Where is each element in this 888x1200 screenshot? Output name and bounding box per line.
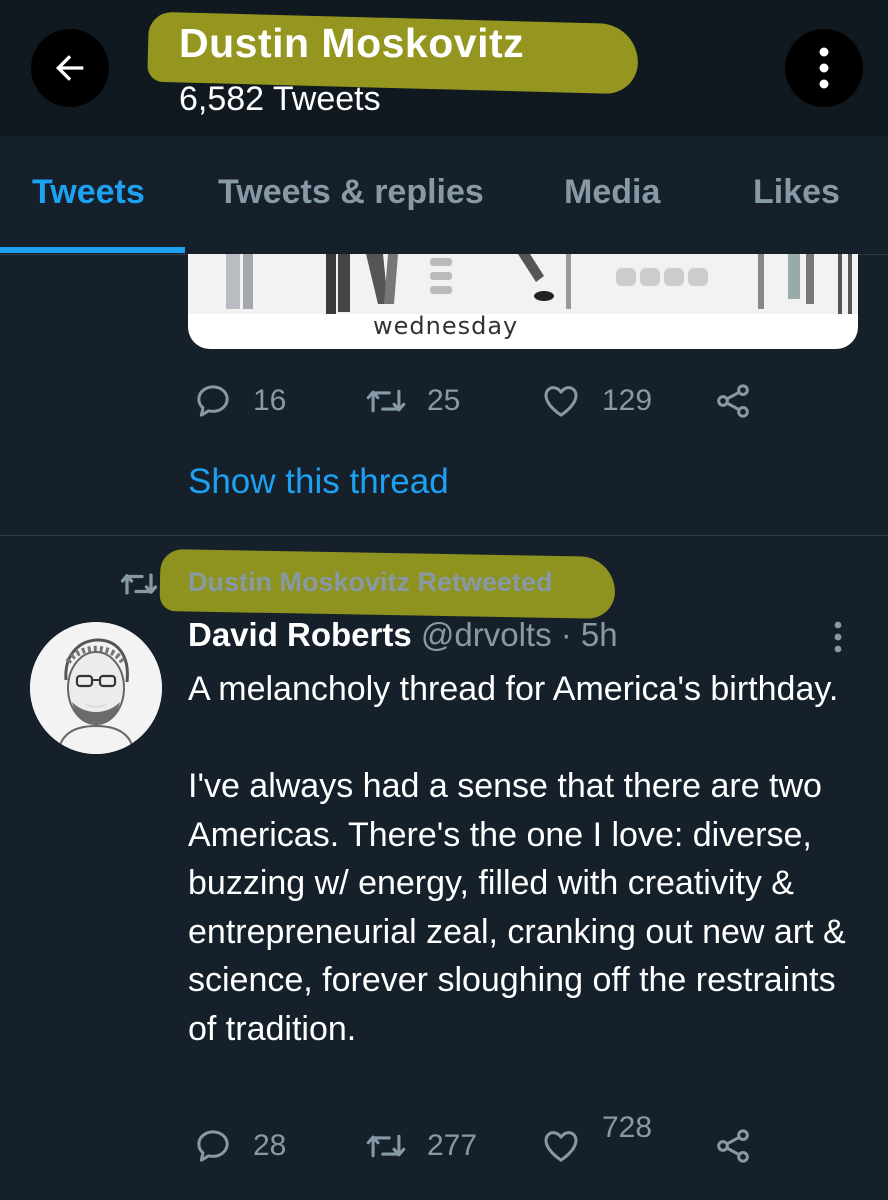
author-portrait-image — [30, 622, 162, 754]
retweet-count: 277 — [427, 1129, 478, 1162]
tab-media[interactable]: Media — [564, 173, 660, 212]
tweet-text: A melancholy thread for America's birthd… — [188, 670, 846, 1048]
tweet-media-card[interactable]: wednesday — [188, 254, 858, 349]
tweet-count: 6,582 Tweets — [179, 80, 381, 118]
tweet-divider — [0, 535, 888, 536]
share-button[interactable] — [713, 1126, 753, 1166]
card-caption: wednesday — [373, 312, 519, 340]
like-count: 129 — [602, 384, 653, 417]
tab-likes[interactable]: Likes — [753, 173, 840, 212]
retweet-icon — [120, 573, 158, 595]
heart-icon — [544, 386, 578, 417]
share-button[interactable] — [713, 381, 753, 421]
author-handle-time[interactable]: @drvolts · 5h — [421, 616, 618, 653]
retweet-count: 25 — [427, 384, 461, 417]
active-tab-indicator — [0, 247, 185, 253]
reply-button[interactable]: 28 — [193, 1126, 286, 1166]
show-thread-link[interactable]: Show this thread — [188, 462, 449, 502]
more-button[interactable] — [785, 29, 863, 107]
page-title: Dustin Moskovitz — [179, 20, 525, 66]
profile-tabs: Tweets Tweets & replies Media Likes — [0, 136, 888, 255]
retweet-button[interactable]: 25 — [365, 381, 460, 421]
back-button[interactable] — [31, 29, 109, 107]
heart-icon — [544, 1131, 578, 1162]
avatar[interactable] — [30, 622, 162, 754]
more-vertical-icon — [834, 621, 842, 653]
reply-button[interactable]: 16 — [193, 381, 286, 421]
profile-header: Dustin Moskovitz 6,582 Tweets — [0, 0, 888, 136]
like-button[interactable]: 129 — [540, 381, 652, 421]
reply-count: 28 — [253, 1129, 287, 1162]
like-count: 728 — [602, 1111, 653, 1144]
share-icon — [717, 1129, 749, 1163]
tab-tweets-and-replies[interactable]: Tweets & replies — [218, 173, 484, 212]
retweet-icon — [366, 389, 406, 413]
retweeted-by-label[interactable]: Dustin Moskovitz Retweeted — [188, 567, 553, 598]
reply-count: 16 — [253, 384, 287, 417]
arrow-left-icon — [56, 55, 84, 81]
more-vertical-icon — [819, 47, 829, 89]
tweet-author: David Roberts @drvolts · 5h — [188, 616, 618, 654]
like-button[interactable]: 728 — [540, 1111, 652, 1166]
author-name[interactable]: David Roberts — [188, 616, 412, 653]
tab-tweets[interactable]: Tweets — [32, 173, 145, 212]
retweet-icon — [366, 1134, 406, 1158]
reply-icon — [197, 1130, 229, 1162]
illustration-image — [188, 254, 858, 314]
share-icon — [717, 384, 749, 418]
tweet-more-button[interactable] — [826, 620, 850, 659]
reply-icon — [197, 385, 229, 417]
retweet-button[interactable]: 277 — [365, 1126, 477, 1166]
